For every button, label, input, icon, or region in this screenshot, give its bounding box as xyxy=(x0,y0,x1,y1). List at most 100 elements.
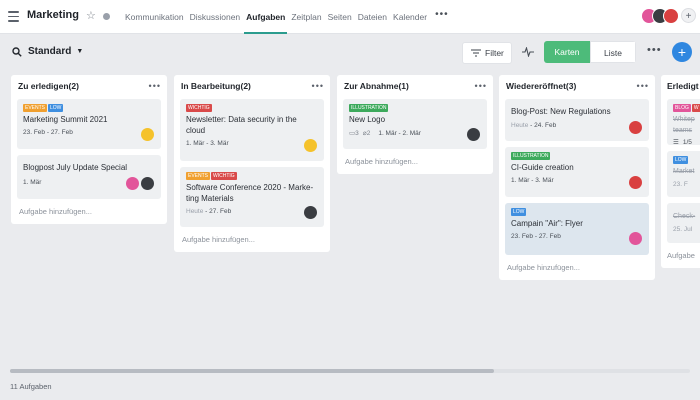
filter-label: Filter xyxy=(485,48,504,58)
comment-icon: ▭3 xyxy=(349,130,359,137)
column-more-button[interactable]: ••• xyxy=(312,81,324,91)
hamburger-icon[interactable] xyxy=(8,11,19,22)
task-card[interactable]: EVENTS WICHTIG Software Conference 2020 … xyxy=(180,167,324,227)
tag-label: BLOG xyxy=(673,104,691,112)
add-task-link[interactable]: Aufgabe hinzufügen... xyxy=(174,233,330,244)
list-view-button[interactable]: Liste xyxy=(590,41,636,63)
avatar[interactable] xyxy=(304,139,317,152)
toolbar-more-button[interactable]: ••• xyxy=(647,44,662,56)
avatar[interactable] xyxy=(141,177,154,190)
tab-kalender[interactable]: Kalender xyxy=(393,0,427,34)
task-title: Software Conference 2020 - Marke-ting Ma… xyxy=(186,183,314,203)
task-card[interactable]: EVENTS LOW Marketing Summit 2021 23. Feb… xyxy=(17,99,161,149)
column-title: Zur Abnahme(1) xyxy=(344,81,409,91)
search-icon xyxy=(12,46,22,57)
task-card[interactable]: Blogpost July Update Special 1. Mär xyxy=(17,155,161,199)
task-title: Blog-Post: New Regulations xyxy=(511,107,611,116)
task-title: New Logo xyxy=(349,115,386,124)
task-date: 1. Mär - 3. Mär xyxy=(511,177,554,184)
add-task-button[interactable]: + xyxy=(672,42,692,62)
cards-view-button[interactable]: Karten xyxy=(544,41,590,63)
task-card[interactable]: Check- 25. Jul xyxy=(667,203,700,243)
task-date-today: Heute xyxy=(186,208,204,215)
tag-label: W xyxy=(691,104,700,112)
tab-diskussionen[interactable]: Diskussionen xyxy=(190,0,241,34)
task-title: CI-Guide creation xyxy=(511,163,574,172)
board-toolbar: Standard ▼ Filter Karten Liste ••• + xyxy=(0,35,700,71)
column-zu-erledigen: Zu erledigen(2) ••• EVENTS LOW Marketing… xyxy=(11,75,167,224)
task-card[interactable]: WICHTIG Newsletter: Data security in the… xyxy=(180,99,324,161)
paperclip-icon: ⌀2 xyxy=(362,130,371,137)
column-erledigt: Erledigt BLOG W Whitep teams ☰ 1/5 LOW Ma… xyxy=(661,75,700,268)
view-selector[interactable]: Standard ▼ xyxy=(12,46,83,57)
task-card[interactable]: ILLUSTRATION New Logo ▭3 ⌀2 1. Mär - 2. … xyxy=(343,99,487,149)
task-title: Check- xyxy=(673,213,696,220)
task-date: 1. Mär - 3. Mär xyxy=(186,140,229,147)
task-title: Newsletter: Data security in the cloud xyxy=(186,115,297,135)
task-title: Whitep teams xyxy=(673,116,695,134)
tag-label: WICHTIG xyxy=(186,104,212,112)
kanban-board: Zu erledigen(2) ••• EVENTS LOW Marketing… xyxy=(0,73,700,373)
avatar[interactable] xyxy=(126,177,139,190)
tab-zeitplan[interactable]: Zeitplan xyxy=(291,0,321,34)
avatar[interactable] xyxy=(629,176,642,189)
column-title: In Bearbeitung(2) xyxy=(181,81,251,91)
column-zur-abnahme: Zur Abnahme(1) ••• ILLUSTRATION New Logo… xyxy=(337,75,493,174)
tag-label: EVENTS xyxy=(186,172,211,180)
column-more-button[interactable]: ••• xyxy=(475,81,487,91)
column-title: Wiedereröffnet(3) xyxy=(506,81,577,91)
attachment-count: 2 xyxy=(366,130,371,137)
add-task-link[interactable]: Aufgabe hinzufügen... xyxy=(499,261,655,272)
avatar[interactable] xyxy=(663,8,679,24)
task-date: 23. Feb - 27. Feb xyxy=(511,233,561,240)
star-icon[interactable]: ☆ xyxy=(86,9,96,22)
view-toggle: Karten Liste xyxy=(544,41,636,63)
avatar[interactable] xyxy=(629,232,642,245)
checklist-icon: ☰ xyxy=(673,139,679,146)
task-title: Market xyxy=(673,168,695,175)
view-name: Standard xyxy=(28,46,72,57)
task-card[interactable]: BLOG W Whitep teams ☰ 1/5 xyxy=(667,99,700,146)
tab-seiten[interactable]: Seiten xyxy=(328,0,352,34)
activity-icon[interactable] xyxy=(522,47,534,57)
task-card[interactable]: Blog-Post: New Regulations Heute - 24. F… xyxy=(505,99,649,141)
avatar[interactable] xyxy=(304,206,317,219)
task-count: 11 Aufgaben xyxy=(10,382,52,391)
tag-label: EVENTS xyxy=(23,104,48,112)
add-task-link[interactable]: Aufgabe hinzufügen... xyxy=(11,205,167,216)
filter-button[interactable]: Filter xyxy=(462,42,512,64)
tab-aufgaben[interactable]: Aufgaben xyxy=(244,0,288,34)
task-date: 23. Feb - 27. Feb xyxy=(23,129,73,136)
column-more-button[interactable]: ••• xyxy=(637,81,649,91)
task-date-today: Heute xyxy=(511,122,529,129)
column-in-bearbeitung: In Bearbeitung(2) ••• WICHTIG Newsletter… xyxy=(174,75,330,252)
avatar[interactable] xyxy=(141,128,154,141)
nav-more-button[interactable]: ••• xyxy=(435,0,449,34)
task-date: 1. Mär xyxy=(23,179,42,186)
add-member-button[interactable]: + xyxy=(681,8,696,23)
tab-dateien[interactable]: Dateien xyxy=(358,0,387,34)
tag-label: WICHTIG xyxy=(211,172,237,180)
task-date: 1. Mär - 2. Mär xyxy=(378,129,421,137)
task-title: Blogpost July Update Special xyxy=(23,163,128,172)
task-title: Campain "Air": Flyer xyxy=(511,219,583,228)
comment-count: 3 xyxy=(355,130,359,137)
avatar[interactable] xyxy=(467,128,480,141)
horizontal-scrollbar[interactable] xyxy=(10,369,494,373)
checklist-count: 1/5 xyxy=(682,138,692,146)
status-dot-icon[interactable] xyxy=(103,13,110,20)
task-card[interactable]: ILLUSTRATION CI-Guide creation 1. Mär - … xyxy=(505,147,649,197)
filter-icon xyxy=(471,49,481,57)
member-avatars[interactable]: + xyxy=(641,8,696,24)
task-card[interactable]: LOW Campain "Air": Flyer 23. Feb - 27. F… xyxy=(505,203,649,255)
avatar[interactable] xyxy=(629,121,642,134)
task-card[interactable]: LOW Market 23. F xyxy=(667,151,700,197)
add-task-link[interactable]: Aufgabe xyxy=(661,249,700,260)
tag-label: LOW xyxy=(48,104,64,112)
top-bar: Marketing ☆ Kommunikation Diskussionen A… xyxy=(0,0,700,34)
add-task-link[interactable]: Aufgabe hinzufügen... xyxy=(337,155,493,166)
column-title: Erledigt xyxy=(667,81,699,91)
tab-kommunikation[interactable]: Kommunikation xyxy=(125,0,184,34)
tag-label: LOW xyxy=(511,208,527,216)
column-more-button[interactable]: ••• xyxy=(149,81,161,91)
